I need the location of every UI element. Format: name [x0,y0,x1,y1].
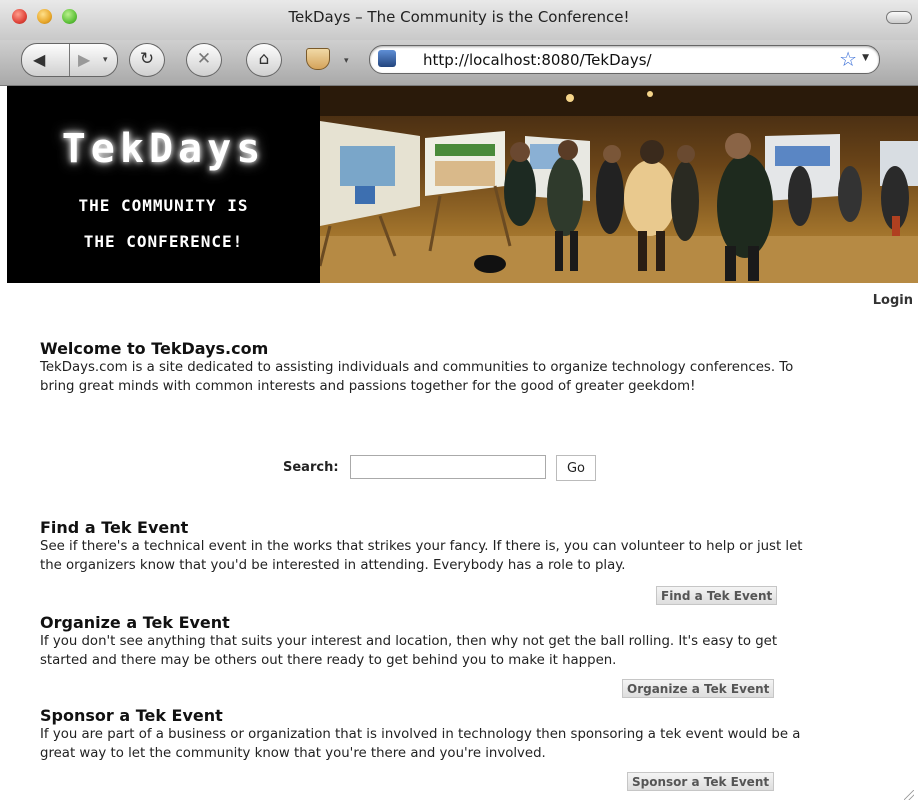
find-event-section: Find a Tek Event See if there's a techni… [40,518,810,575]
addon-caret-icon[interactable]: ▾ [344,56,349,66]
site-identity-icon[interactable] [378,50,396,67]
coffee-cup-icon[interactable] [306,48,330,70]
tagline-line2: THE CONFERENCE! [83,232,244,251]
home-button[interactable]: ⌂ [246,43,282,77]
reload-button[interactable]: ↻ [129,43,165,77]
toolbar-toggle-button[interactable] [886,11,912,24]
window-titlebar: TekDays – The Community is the Conferenc… [0,0,918,40]
url-dropdown-icon[interactable]: ▼ [862,53,869,63]
find-event-heading: Find a Tek Event [40,518,189,537]
address-bar[interactable]: http://localhost:8080/TekDays/ ☆ ▼ [369,45,880,74]
window-resize-grip[interactable] [904,790,914,800]
find-event-button[interactable]: Find a Tek Event [656,586,778,605]
search-input[interactable] [350,455,546,479]
browser-toolbar: ◀ ▶ ▾ ↻ ✕ ⌂ ▾ http://localhost:8080/TekD… [0,40,918,86]
login-link[interactable]: Login [873,293,913,308]
sponsor-event-text: If you are part of a business or organiz… [40,727,801,761]
organize-event-section: Organize a Tek Event If you don't see an… [40,613,810,670]
stop-button[interactable]: ✕ [186,43,222,77]
conference-photo-graphic [320,86,918,283]
welcome-text: TekDays.com is a site dedicated to assis… [40,360,794,394]
search-label: Search: [283,460,339,475]
welcome-heading: Welcome to TekDays.com [40,339,269,358]
back-arrow-icon[interactable]: ◀ [33,50,45,69]
reload-icon: ↻ [139,49,155,69]
tekdays-logo[interactable]: TekDays [26,126,301,172]
history-caret-icon[interactable]: ▾ [103,55,108,65]
organize-event-button[interactable]: Organize a Tek Event [622,679,775,698]
star-icon[interactable]: ☆ [839,47,857,71]
forward-arrow-icon[interactable]: ▶ [78,50,90,69]
back-forward-group: ◀ ▶ ▾ [21,43,118,77]
sponsor-event-heading: Sponsor a Tek Event [40,706,223,725]
banner-logo-area: TekDays THE COMMUNITY IS THE CONFERENCE! [7,86,320,283]
divider [69,44,70,76]
go-button[interactable]: Go [556,455,596,481]
banner-conference-photo [320,86,918,283]
welcome-section: Welcome to TekDays.com TekDays.com is a … [40,339,810,396]
stop-icon: ✕ [196,49,212,69]
sponsor-event-button[interactable]: Sponsor a Tek Event [627,772,775,791]
organize-event-heading: Organize a Tek Event [40,613,230,632]
home-icon: ⌂ [258,49,270,69]
find-event-text: See if there's a technical event in the … [40,539,803,573]
window-title: TekDays – The Community is the Conferenc… [288,8,630,26]
organize-event-text: If you don't see anything that suits you… [40,634,778,668]
url-text[interactable]: http://localhost:8080/TekDays/ [423,51,652,69]
sponsor-event-section: Sponsor a Tek Event If you are part of a… [40,706,810,763]
tagline-line1: THE COMMUNITY IS [78,196,249,215]
